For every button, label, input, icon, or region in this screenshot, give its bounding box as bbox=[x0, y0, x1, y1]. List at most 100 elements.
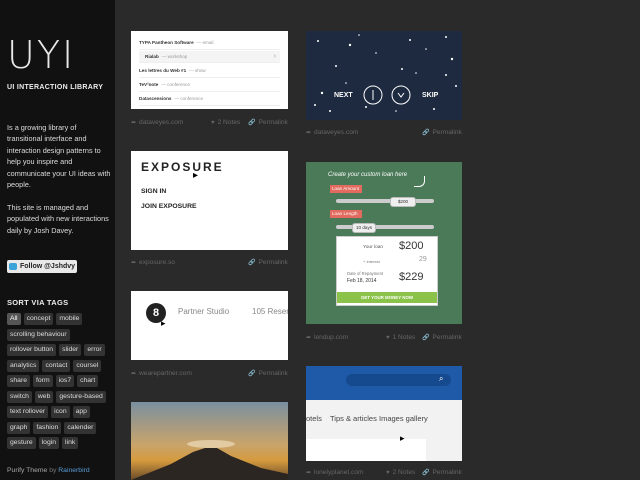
tag-concept[interactable]: concept bbox=[23, 313, 54, 325]
arrow-icon bbox=[414, 176, 425, 187]
event-list-item[interactable]: TeV²note — conference bbox=[139, 79, 280, 92]
source-link[interactable]: ➦ exposure.so bbox=[131, 259, 175, 266]
loan-length-value[interactable]: 10 days bbox=[352, 223, 376, 233]
permalink-link[interactable]: 🔗 Permalink bbox=[248, 119, 288, 126]
tag-switch[interactable]: switch bbox=[7, 390, 32, 403]
permalink-label: Permalink bbox=[432, 469, 462, 476]
tag-slider[interactable]: slider bbox=[59, 344, 82, 356]
tag-ios7[interactable]: ios7 bbox=[55, 375, 75, 387]
event-list-item[interactable]: Les lettres du Web #1— show bbox=[139, 65, 280, 78]
notes-link[interactable]: ♥ 2 Notes bbox=[211, 119, 240, 126]
post-card-mountain-photo[interactable] bbox=[131, 402, 288, 480]
post-card-dataveyes-next-skip[interactable]: NEXT SKIP bbox=[306, 31, 462, 120]
link-icon: 🔗 bbox=[422, 130, 430, 136]
source-label: lendup.com bbox=[314, 334, 349, 341]
theme-by: by bbox=[49, 467, 57, 474]
dropdown-panel bbox=[306, 439, 426, 461]
permalink-link[interactable]: 🔗 Permalink bbox=[248, 259, 288, 266]
signin-link[interactable]: SIGN IN bbox=[141, 188, 166, 195]
interest-label: + Interest bbox=[363, 259, 380, 264]
post-card-lonelyplanet[interactable]: ⌕ otels Tips & articles Images gallery ▸ bbox=[306, 366, 462, 461]
event-type: — workshop bbox=[161, 54, 188, 59]
source-link[interactable]: ➦ dataveyes.com bbox=[306, 129, 358, 136]
twitter-follow-button[interactable]: Follow @Jshdvy bbox=[7, 260, 77, 273]
tag-calender[interactable]: calender bbox=[64, 421, 97, 434]
permalink-label: Permalink bbox=[432, 129, 462, 136]
tag-icon[interactable]: icon bbox=[51, 406, 70, 418]
permalink-link[interactable]: 🔗 Permalink bbox=[422, 469, 462, 476]
post-card-lendup-loan[interactable]: Create your custom loan here Loan Amount… bbox=[306, 162, 462, 324]
twitter-icon bbox=[9, 263, 17, 270]
search-icon[interactable]: ⌕ bbox=[439, 374, 443, 384]
source-link[interactable]: ➦ wearepartner.com bbox=[131, 370, 192, 377]
tag-text-rollover[interactable]: text rollover bbox=[7, 406, 49, 418]
tag-contact[interactable]: contact bbox=[42, 359, 71, 372]
source-link[interactable]: ➦ dataveyes.com bbox=[131, 119, 183, 126]
permalink-link[interactable]: 🔗 Permalink bbox=[422, 129, 462, 136]
loan-amount-slider[interactable] bbox=[336, 199, 434, 203]
reblog-icon: ➦ bbox=[306, 335, 312, 341]
tag-analytics[interactable]: analytics bbox=[7, 359, 40, 372]
event-list-item[interactable]: Rialab — workshop › bbox=[139, 51, 280, 63]
tag-form[interactable]: form bbox=[33, 375, 53, 387]
starfield bbox=[314, 34, 457, 112]
tag-error[interactable]: error bbox=[84, 344, 105, 356]
tag-login[interactable]: login bbox=[38, 437, 60, 449]
event-type: — email bbox=[196, 40, 214, 45]
tag-web[interactable]: web bbox=[34, 390, 54, 403]
event-list-item[interactable]: Datascensions — conference bbox=[139, 93, 280, 106]
event-list-item[interactable]: TYPA Pantheon Software — email bbox=[139, 37, 280, 50]
tab-tips-articles[interactable]: Tips & articles bbox=[330, 414, 377, 423]
post-card-dataveyes-list[interactable]: TYPA Pantheon Software — email Rialab — wor… bbox=[131, 31, 288, 109]
tag-all[interactable]: All bbox=[7, 313, 21, 325]
tag-link[interactable]: link bbox=[62, 437, 79, 449]
source-label: wearepartner.com bbox=[139, 370, 192, 377]
post-card-partner-studio[interactable]: 8 ▸ Partner Studio 105 Resen bbox=[131, 291, 288, 360]
loan-length-slider[interactable] bbox=[336, 225, 434, 229]
mouse-cursor-icon: ▸ bbox=[161, 318, 166, 328]
reblog-icon: ➦ bbox=[306, 130, 312, 136]
loan-amount-value[interactable]: $200 bbox=[390, 197, 416, 207]
site-logo[interactable]: UYI bbox=[7, 36, 75, 74]
loan-length-label: Loan Length bbox=[330, 210, 362, 218]
notes-label: 1 Notes bbox=[392, 334, 416, 341]
tag-chart[interactable]: chart bbox=[77, 375, 99, 387]
site-description: Is a growing library of transitional int… bbox=[7, 123, 111, 190]
tag-graph[interactable]: graph bbox=[7, 421, 31, 434]
event-title: TeV²note bbox=[139, 82, 159, 87]
notes-label: 2 Notes bbox=[217, 119, 241, 126]
partner-address: 105 Resen bbox=[252, 307, 288, 316]
tag-coursel[interactable]: coursel bbox=[73, 359, 102, 372]
tag-rollover-button[interactable]: rollover button bbox=[7, 344, 57, 356]
source-link[interactable]: ➦ lonelyplanet.com bbox=[306, 469, 364, 476]
tag-app[interactable]: app bbox=[72, 406, 90, 418]
permalink-link[interactable]: 🔗 Permalink bbox=[248, 370, 288, 377]
notes-link[interactable]: ♥ 2 Notes bbox=[386, 469, 415, 476]
theme-prefix: Purify Theme bbox=[7, 467, 48, 474]
tag-mobile[interactable]: mobile bbox=[56, 313, 83, 325]
tab-hotels[interactable]: otels bbox=[306, 414, 322, 423]
event-type: — show bbox=[189, 68, 206, 73]
tag-gesture-based[interactable]: gesture-based bbox=[56, 390, 106, 403]
get-money-button[interactable]: GET YOUR MONEY NOW bbox=[337, 292, 437, 303]
source-link[interactable]: ➦ lendup.com bbox=[306, 334, 348, 341]
tab-images-gallery[interactable]: Images gallery bbox=[379, 414, 428, 423]
tag-scrolling-behaviour[interactable]: scrolling behaviour bbox=[7, 328, 70, 341]
reblog-icon: ➦ bbox=[131, 260, 137, 266]
join-link[interactable]: JOIN EXPOSURE bbox=[141, 203, 197, 210]
permalink-link[interactable]: 🔗 Permalink bbox=[422, 334, 462, 341]
reblog-icon: ➦ bbox=[131, 120, 137, 126]
follow-label: Follow @Jshdvy bbox=[20, 263, 76, 270]
next-label: NEXT bbox=[334, 92, 353, 99]
source-label: dataveyes.com bbox=[139, 119, 184, 126]
tag-share[interactable]: share bbox=[7, 375, 31, 387]
tag-fashion[interactable]: fashion bbox=[33, 421, 62, 434]
heart-icon: ♥ bbox=[386, 335, 390, 341]
search-input[interactable] bbox=[346, 374, 451, 386]
theme-author-link[interactable]: Rainerbird bbox=[58, 467, 89, 474]
mouse-cursor-icon: ▸ bbox=[193, 170, 199, 181]
notes-link[interactable]: ♥ 1 Notes bbox=[386, 334, 415, 341]
post-card-exposure[interactable]: EXPOSURE ▸ SIGN IN JOIN EXPOSURE bbox=[131, 151, 288, 250]
tag-gesture[interactable]: gesture bbox=[7, 437, 36, 449]
source-label: exposure.so bbox=[139, 259, 175, 266]
